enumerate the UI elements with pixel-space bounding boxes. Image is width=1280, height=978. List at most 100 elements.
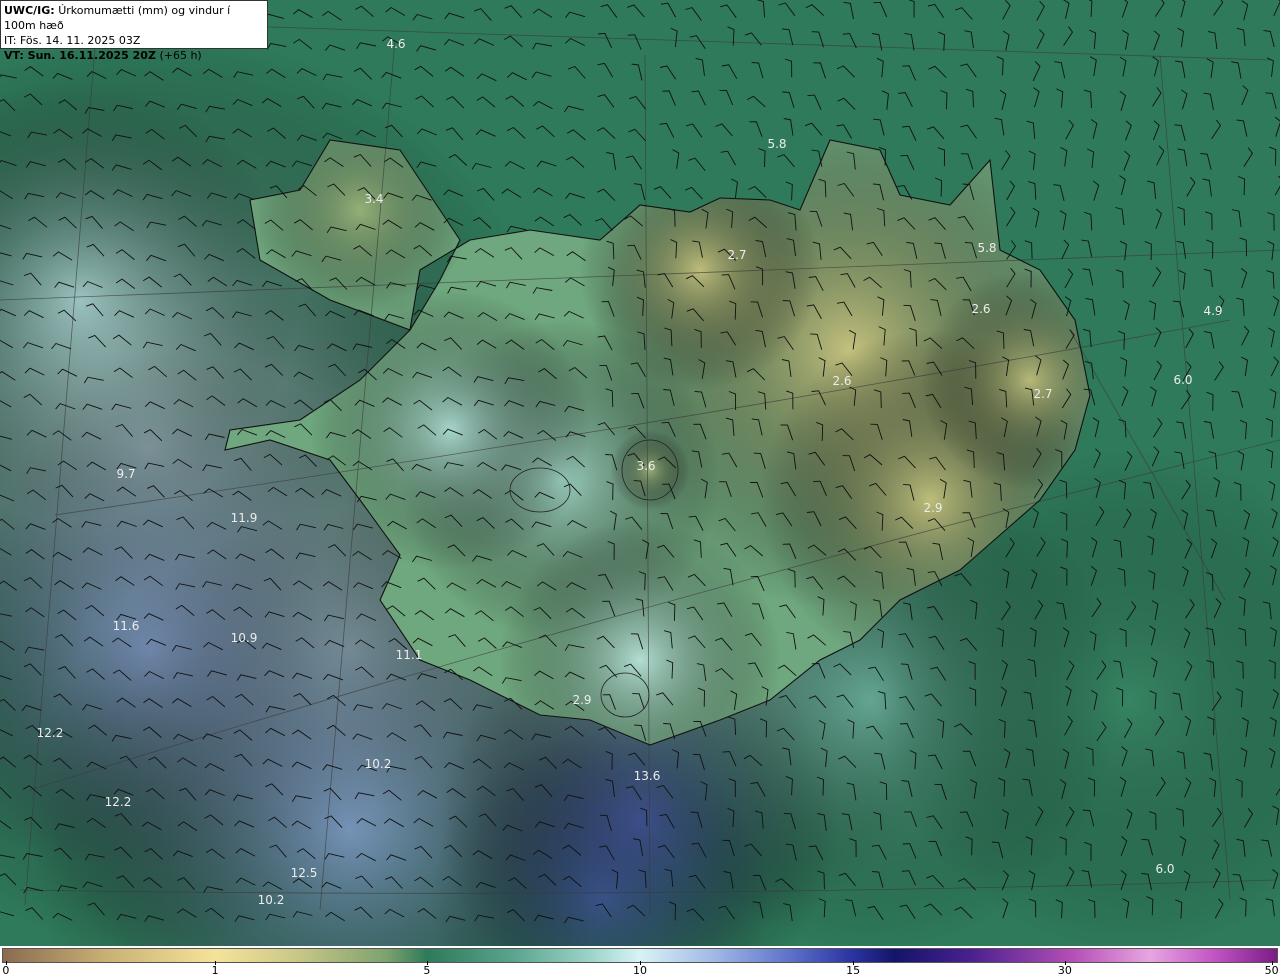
- wind-barb: [609, 510, 617, 531]
- wind-barb: [1085, 297, 1096, 316]
- wind-barb: [447, 286, 467, 294]
- wind-barb: [929, 456, 946, 471]
- wind-barb: [805, 4, 825, 16]
- colorbar-tick-label: 30: [1057, 964, 1072, 977]
- wind-barb: [111, 734, 132, 742]
- wind-barb: [534, 670, 554, 680]
- wind-barb: [0, 74, 17, 79]
- wind-barb: [82, 547, 103, 556]
- wind-barb: [203, 332, 222, 346]
- wind-barb: [872, 599, 883, 618]
- wind-barb: [688, 515, 704, 531]
- wind-barb: [82, 128, 102, 137]
- wind-barb: [639, 807, 648, 827]
- wind-barb: [292, 672, 313, 679]
- wind-barb: [235, 877, 256, 886]
- wind-barb: [1268, 327, 1275, 348]
- wind-barb: [204, 814, 224, 826]
- wind-barb: [1091, 690, 1098, 710]
- wind-barb: [292, 878, 313, 889]
- wind-barb: [657, 544, 675, 558]
- wind-barb: [1272, 689, 1279, 710]
- wind-barb: [538, 634, 557, 647]
- wind-barb: [562, 875, 582, 887]
- wind-barb: [171, 698, 192, 707]
- wind-barb: [1183, 628, 1191, 649]
- wind-barb: [816, 776, 824, 796]
- wind-barb: [206, 695, 226, 708]
- wind-barb: [1236, 119, 1248, 137]
- wind-barb: [634, 724, 647, 741]
- wind-barb: [877, 628, 885, 648]
- wind-barb: [897, 455, 916, 469]
- wind-barb: [417, 424, 437, 436]
- wind-barb: [1089, 29, 1097, 49]
- wind-barb: [866, 725, 883, 740]
- wind-barb: [697, 687, 705, 707]
- wind-barb: [1152, 120, 1160, 141]
- wind-barb: [206, 366, 225, 379]
- wind-barb: [1125, 120, 1132, 141]
- wind-barb: [328, 544, 347, 557]
- wind-barb: [0, 613, 12, 617]
- wind-barb: [997, 627, 1005, 647]
- wind-barb: [1153, 360, 1163, 381]
- wind-barb: [1065, 806, 1075, 827]
- wind-barb: [718, 905, 735, 920]
- wind-barb: [1056, 88, 1064, 108]
- wind-barb: [1030, 298, 1037, 319]
- wind-barb: [232, 311, 252, 318]
- wind-barb: [1119, 628, 1127, 648]
- wind-barb: [414, 755, 433, 769]
- wind-barb: [722, 839, 735, 856]
- wind-barb: [177, 369, 197, 381]
- wind-barb: [1087, 777, 1096, 797]
- wind-barb: [781, 359, 792, 377]
- wind-barb: [668, 601, 676, 621]
- value-label: 10.2: [364, 757, 392, 771]
- wind-barb: [722, 751, 737, 767]
- wind-barb: [1262, 601, 1272, 620]
- wind-barb: [964, 30, 974, 49]
- wind-barb: [532, 100, 553, 110]
- wind-barb: [146, 221, 167, 229]
- wind-barb: [962, 750, 977, 767]
- wind-barb: [116, 486, 137, 497]
- wind-barb: [686, 308, 705, 322]
- wind-barb: [475, 129, 496, 137]
- wind-barb: [353, 704, 373, 711]
- wind-barb: [171, 156, 192, 167]
- coastline-path: [224, 139, 1091, 746]
- value-label: 11.9: [230, 511, 258, 525]
- wind-barb: [719, 89, 734, 106]
- wind-barb: [694, 390, 707, 408]
- wind-barb: [1214, 898, 1224, 919]
- wind-barb: [386, 282, 407, 289]
- wind-barb: [693, 539, 702, 558]
- wind-barb: [534, 821, 555, 828]
- wind-barb: [269, 844, 287, 858]
- wind-barb: [1231, 390, 1244, 408]
- wind-barb: [932, 542, 944, 560]
- wind-barb: [355, 129, 376, 138]
- coastline: [224, 139, 1091, 746]
- wind-barb: [1064, 268, 1074, 289]
- wind-barb: [782, 543, 797, 559]
- wind-barb: [144, 462, 165, 470]
- wind-barb: [1265, 417, 1273, 438]
- wind-barb: [595, 903, 612, 918]
- wind-barb: [689, 35, 706, 50]
- wind-barb: [1005, 295, 1013, 316]
- wind-barb: [144, 100, 165, 108]
- wind-barb: [0, 464, 12, 472]
- wind-barb: [928, 65, 947, 78]
- wind-barb: [606, 481, 614, 501]
- wind-barb: [659, 122, 675, 138]
- wind-barb: [443, 844, 463, 858]
- wind-barb: [565, 192, 586, 200]
- wind-barb: [924, 903, 943, 916]
- wind-barb: [775, 878, 794, 890]
- value-label: 5.8: [977, 241, 997, 255]
- wind-barb: [804, 122, 823, 136]
- wind-barb: [960, 153, 974, 170]
